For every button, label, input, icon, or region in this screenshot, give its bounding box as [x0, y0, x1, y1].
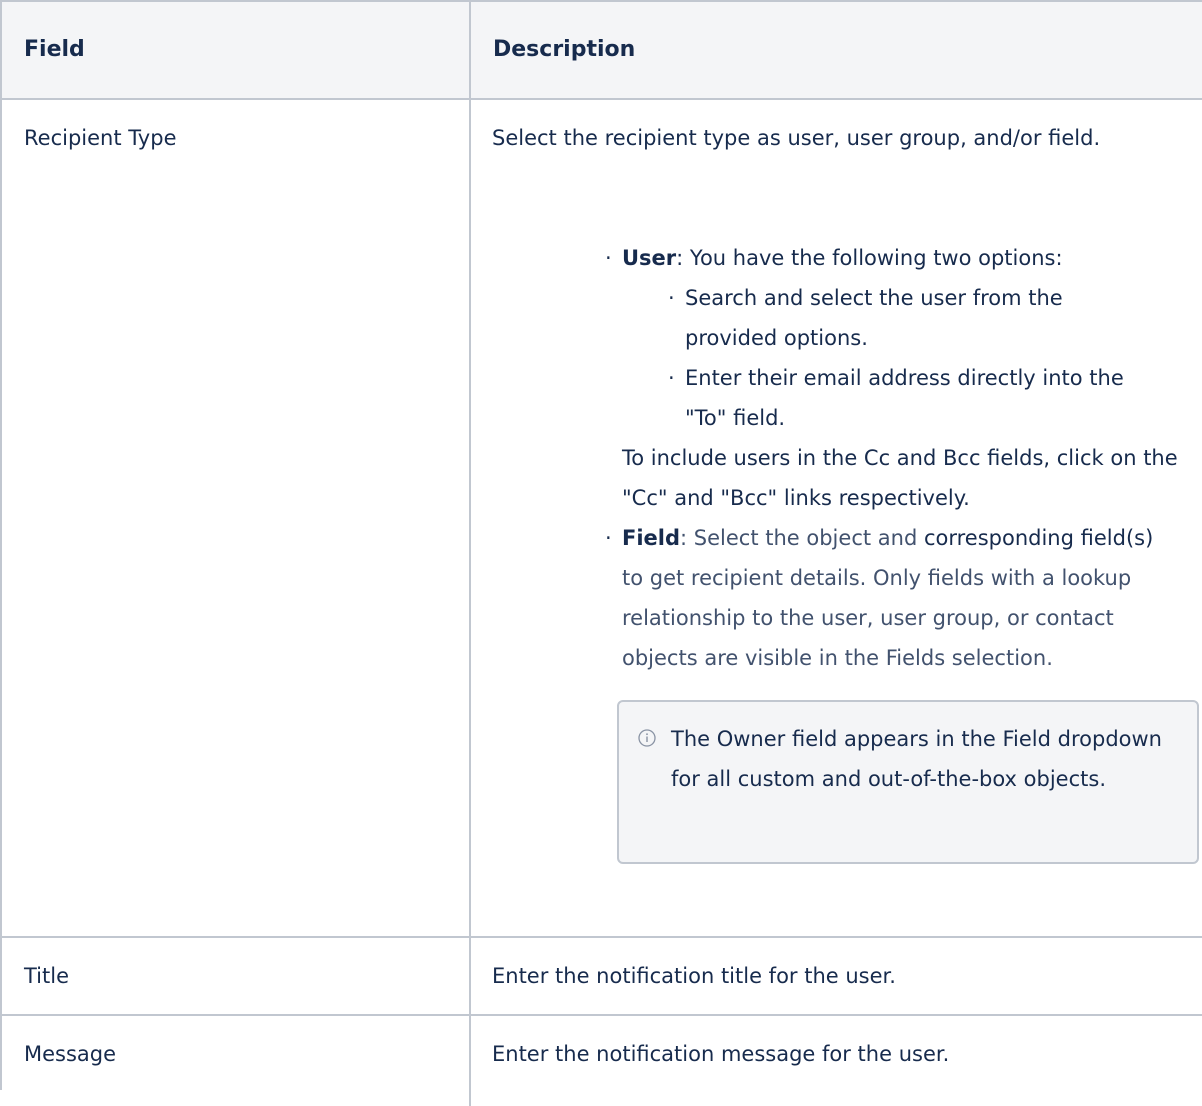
field-label: Recipient Type	[24, 126, 177, 150]
list-item-email-option: · Enter their email address directly int…	[668, 358, 1158, 438]
field-cell: Message	[2, 1016, 471, 1106]
header-field: Field	[2, 2, 471, 98]
option-email-text: Enter their email address directly into …	[685, 366, 1124, 430]
table-header-row: Field Description	[2, 2, 1202, 100]
description-text: Enter the notification message for the u…	[492, 1042, 950, 1066]
list-item-search-option: · Search and select the user from the pr…	[668, 278, 1128, 358]
field-text-a: : Select the object and	[680, 526, 918, 550]
cc-bcc-text: To include users in the Cc and Bcc field…	[622, 446, 1178, 510]
description-cell: Enter the notification message for the u…	[471, 1016, 1202, 1106]
user-label: User	[622, 246, 677, 270]
description-text: Enter the notification title for the use…	[492, 964, 896, 988]
bullet-dot: ·	[668, 286, 675, 310]
bullet-dot: ·	[605, 246, 612, 270]
note-text: The Owner field appears in the Field dro…	[671, 727, 1162, 791]
table-row: Recipient Type Select the recipient type…	[2, 100, 1202, 938]
table-row: Title Enter the notification title for t…	[2, 938, 1202, 1016]
field-label: Message	[24, 1042, 117, 1066]
description-cell: Select the recipient type as user, user …	[471, 100, 1202, 936]
info-icon	[638, 729, 656, 747]
field-text-d: to get recipient details. Only fields wi…	[622, 566, 1132, 670]
info-note: The Owner field appears in the Field dro…	[617, 700, 1199, 864]
list-item-user: · User: You have the following two optio…	[605, 238, 1145, 278]
user-text: : You have the following two options:	[676, 246, 1063, 270]
bullet-dot: ·	[668, 366, 675, 390]
list-item-field: · Field: Select the object and correspon…	[605, 518, 1165, 678]
field-cell: Title	[2, 938, 471, 1014]
option-search-text: Search and select the user from the prov…	[685, 286, 1063, 350]
field-label-bold: Field	[622, 526, 681, 550]
description-cell: Enter the notification title for the use…	[471, 938, 1202, 1014]
field-text-b: corresponding	[917, 526, 1074, 550]
bullet-dot: ·	[605, 526, 612, 550]
field-cell: Recipient Type	[2, 100, 471, 936]
field-label: Title	[24, 964, 70, 988]
field-text-c: field(s)	[1080, 526, 1154, 550]
fields-table: Field Description Recipient Type Select …	[0, 0, 1202, 1106]
table-row: Message Enter the notification message f…	[2, 1016, 1202, 1106]
description-intro: Select the recipient type as user, user …	[492, 126, 1101, 150]
header-description: Description	[493, 37, 636, 62]
